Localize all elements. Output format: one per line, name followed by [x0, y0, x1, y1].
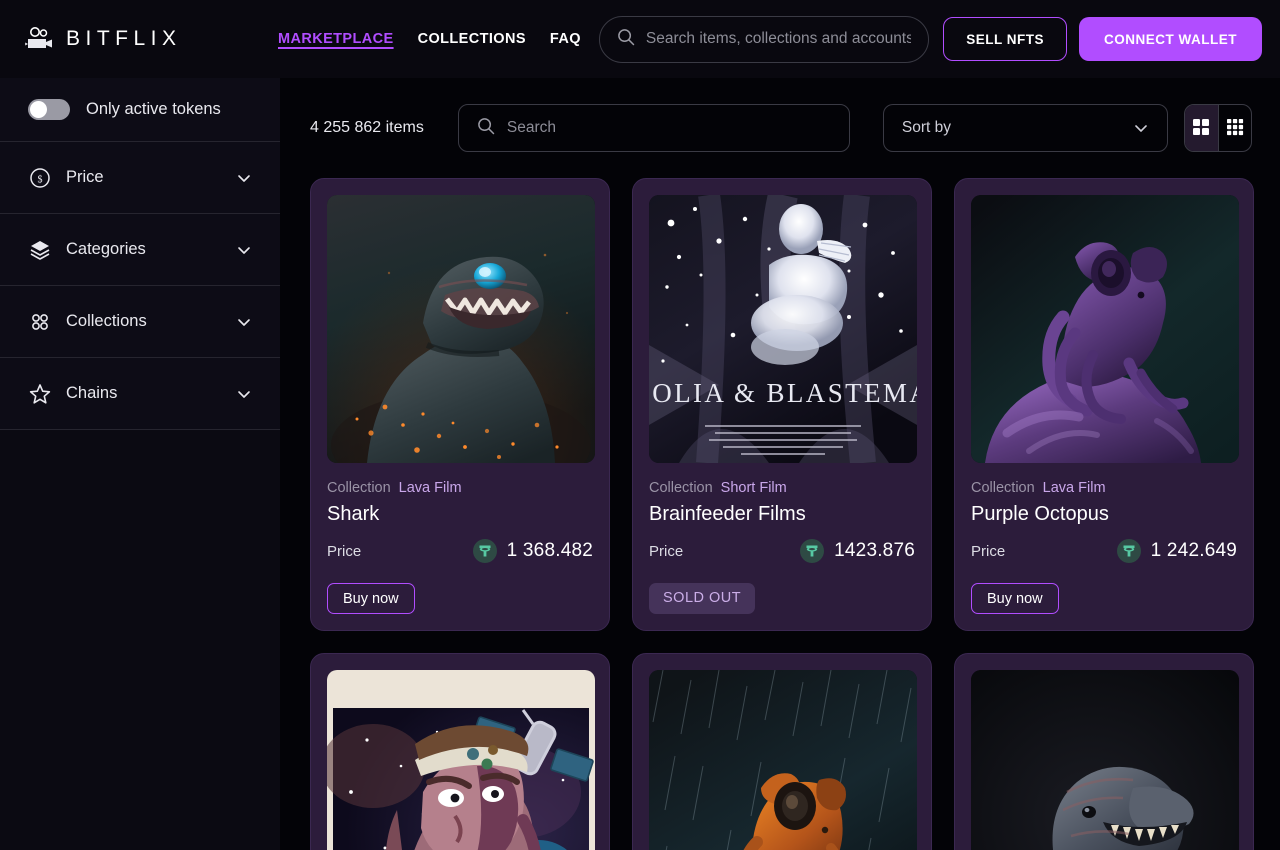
sold-out-badge: SOLD OUT — [649, 583, 756, 614]
only-active-tokens-row[interactable]: Only active tokens — [0, 78, 280, 142]
results-toolbar: 4 255 862 items Sort by — [280, 78, 1280, 178]
search-icon — [617, 28, 635, 51]
chevron-down-icon — [236, 386, 252, 402]
view-grid-2x2-button[interactable] — [1184, 105, 1218, 151]
price-label: Price — [649, 542, 684, 560]
grid-dots-icon — [28, 310, 52, 334]
grid-3x3-icon — [1226, 118, 1244, 139]
only-active-tokens-toggle[interactable] — [28, 99, 70, 120]
usdt-tether-icon — [1116, 539, 1141, 563]
nft-artwork-shark-creature — [327, 195, 595, 463]
chevron-down-icon — [1133, 120, 1149, 136]
collection-name[interactable]: Lava Film — [1043, 480, 1106, 496]
results-search-box[interactable] — [457, 104, 850, 152]
nft-card[interactable] — [632, 653, 932, 850]
svg-text:POLIA & BLASTEMA: POLIA & BLASTEMA — [649, 378, 917, 408]
brand-name: BITFLIX — [66, 27, 182, 50]
sidebar-item-price[interactable]: $ Price — [0, 142, 280, 214]
sell-nfts-button[interactable]: SELL NFTS — [943, 17, 1067, 61]
connect-wallet-button[interactable]: CONNECT WALLET — [1079, 17, 1262, 61]
usdt-tether-icon — [472, 539, 497, 563]
grid-2x2-icon — [1192, 118, 1210, 139]
nft-title: Shark — [327, 503, 380, 525]
collection-name[interactable]: Lava Film — [399, 480, 462, 496]
main-content: 4 255 862 items Sort by — [280, 78, 1280, 850]
nft-artwork-orange-octopus-rain — [649, 670, 917, 850]
nav-link-collections[interactable]: COLLECTIONS — [418, 31, 526, 47]
sidebar-item-chains[interactable]: Chains — [0, 358, 280, 430]
nft-artwork-purple-octopus-creature — [971, 195, 1239, 463]
page-body: Only active tokens $ Price Categories Co… — [0, 78, 1280, 850]
price-value: 1 242.649 — [1150, 540, 1237, 561]
card-action-area: Buy now — [971, 583, 1237, 614]
nft-card[interactable]: Collection Lava Film Purple Octopus Pric… — [954, 178, 1254, 631]
collection-word: Collection — [327, 480, 391, 496]
card-collection-row: Collection Lava Film — [327, 480, 593, 496]
filters-sidebar: Only active tokens $ Price Categories Co… — [0, 78, 280, 850]
buy-now-button[interactable]: Buy now — [971, 583, 1059, 614]
card-action-area: SOLD OUT — [649, 583, 915, 614]
dollar-circle-icon: $ — [28, 166, 52, 190]
sidebar-item-categories[interactable]: Categories — [0, 214, 280, 286]
nft-title: Brainfeeder Films — [649, 503, 806, 525]
collection-word: Collection — [971, 480, 1035, 496]
buy-now-button[interactable]: Buy now — [327, 583, 415, 614]
nft-title: Purple Octopus — [971, 503, 1109, 525]
film-camera-icon — [24, 27, 54, 51]
nft-card[interactable] — [954, 653, 1254, 850]
sidebar-item-collections[interactable]: Collections — [0, 286, 280, 358]
collection-word: Collection — [649, 480, 713, 496]
card-price-row: Price 1 242.649 — [971, 539, 1237, 563]
sort-by-dropdown[interactable]: Sort by — [882, 104, 1168, 152]
layers-icon — [28, 238, 52, 262]
nft-card[interactable]: Collection Lava Film Shark Price 1 368.4… — [310, 178, 610, 631]
item-count-label: 4 255 862 items — [310, 119, 424, 136]
sidebar-empty-area — [0, 430, 280, 850]
nav-link-faq[interactable]: FAQ — [550, 31, 581, 47]
nft-artwork-grey-fish-creature — [971, 670, 1239, 850]
header-search-box[interactable] — [598, 15, 930, 63]
nft-artwork-space-warrior-illustration — [327, 670, 595, 850]
nft-artwork-polia-blastema-poster: POLIA & BLASTEMA — [649, 195, 917, 463]
card-price-row: Price 1 368.482 — [327, 539, 593, 563]
usdt-tether-icon — [800, 539, 825, 563]
price-label: Price — [327, 542, 362, 560]
star-icon — [28, 382, 52, 406]
view-grid-3x3-button[interactable] — [1217, 105, 1251, 151]
sidebar-label-chains: Chains — [66, 384, 118, 402]
chevron-down-icon — [236, 314, 252, 330]
price-value: 1 368.482 — [506, 540, 593, 561]
svg-text:$: $ — [38, 174, 43, 185]
sidebar-label-collections: Collections — [66, 312, 147, 330]
sidebar-label-price: Price — [66, 168, 104, 186]
card-price-row: Price 1423.876 — [649, 539, 915, 563]
nft-card[interactable]: POLIA & BLASTEMA Collection Short Film B… — [632, 178, 932, 631]
card-collection-row: Collection Short Film — [649, 480, 915, 496]
sidebar-label-categories: Categories — [66, 240, 146, 258]
only-active-tokens-label: Only active tokens — [86, 100, 221, 118]
nft-card-grid: Collection Lava Film Shark Price 1 368.4… — [280, 178, 1280, 850]
price-label: Price — [971, 542, 1006, 560]
header-search-input[interactable] — [645, 30, 912, 48]
chevron-down-icon — [236, 242, 252, 258]
bitflix-marketplace-page: BITFLIX MARKETPLACE COLLECTIONS FAQ SELL… — [0, 0, 1280, 850]
chevron-down-icon — [236, 170, 252, 186]
nft-card[interactable] — [310, 653, 610, 850]
collection-name[interactable]: Short Film — [721, 480, 787, 496]
price-value: 1423.876 — [834, 540, 915, 561]
top-header: BITFLIX MARKETPLACE COLLECTIONS FAQ SELL… — [0, 0, 1280, 78]
results-search-input[interactable] — [506, 119, 831, 137]
brand-logo[interactable]: BITFLIX — [24, 27, 278, 51]
main-nav: MARKETPLACE COLLECTIONS FAQ — [278, 31, 581, 47]
nav-link-marketplace[interactable]: MARKETPLACE — [278, 31, 394, 47]
card-action-area: Buy now — [327, 583, 593, 614]
search-icon — [477, 117, 495, 140]
view-mode-toggle — [1183, 104, 1252, 152]
sort-by-label: Sort by — [901, 119, 951, 136]
card-collection-row: Collection Lava Film — [971, 480, 1237, 496]
